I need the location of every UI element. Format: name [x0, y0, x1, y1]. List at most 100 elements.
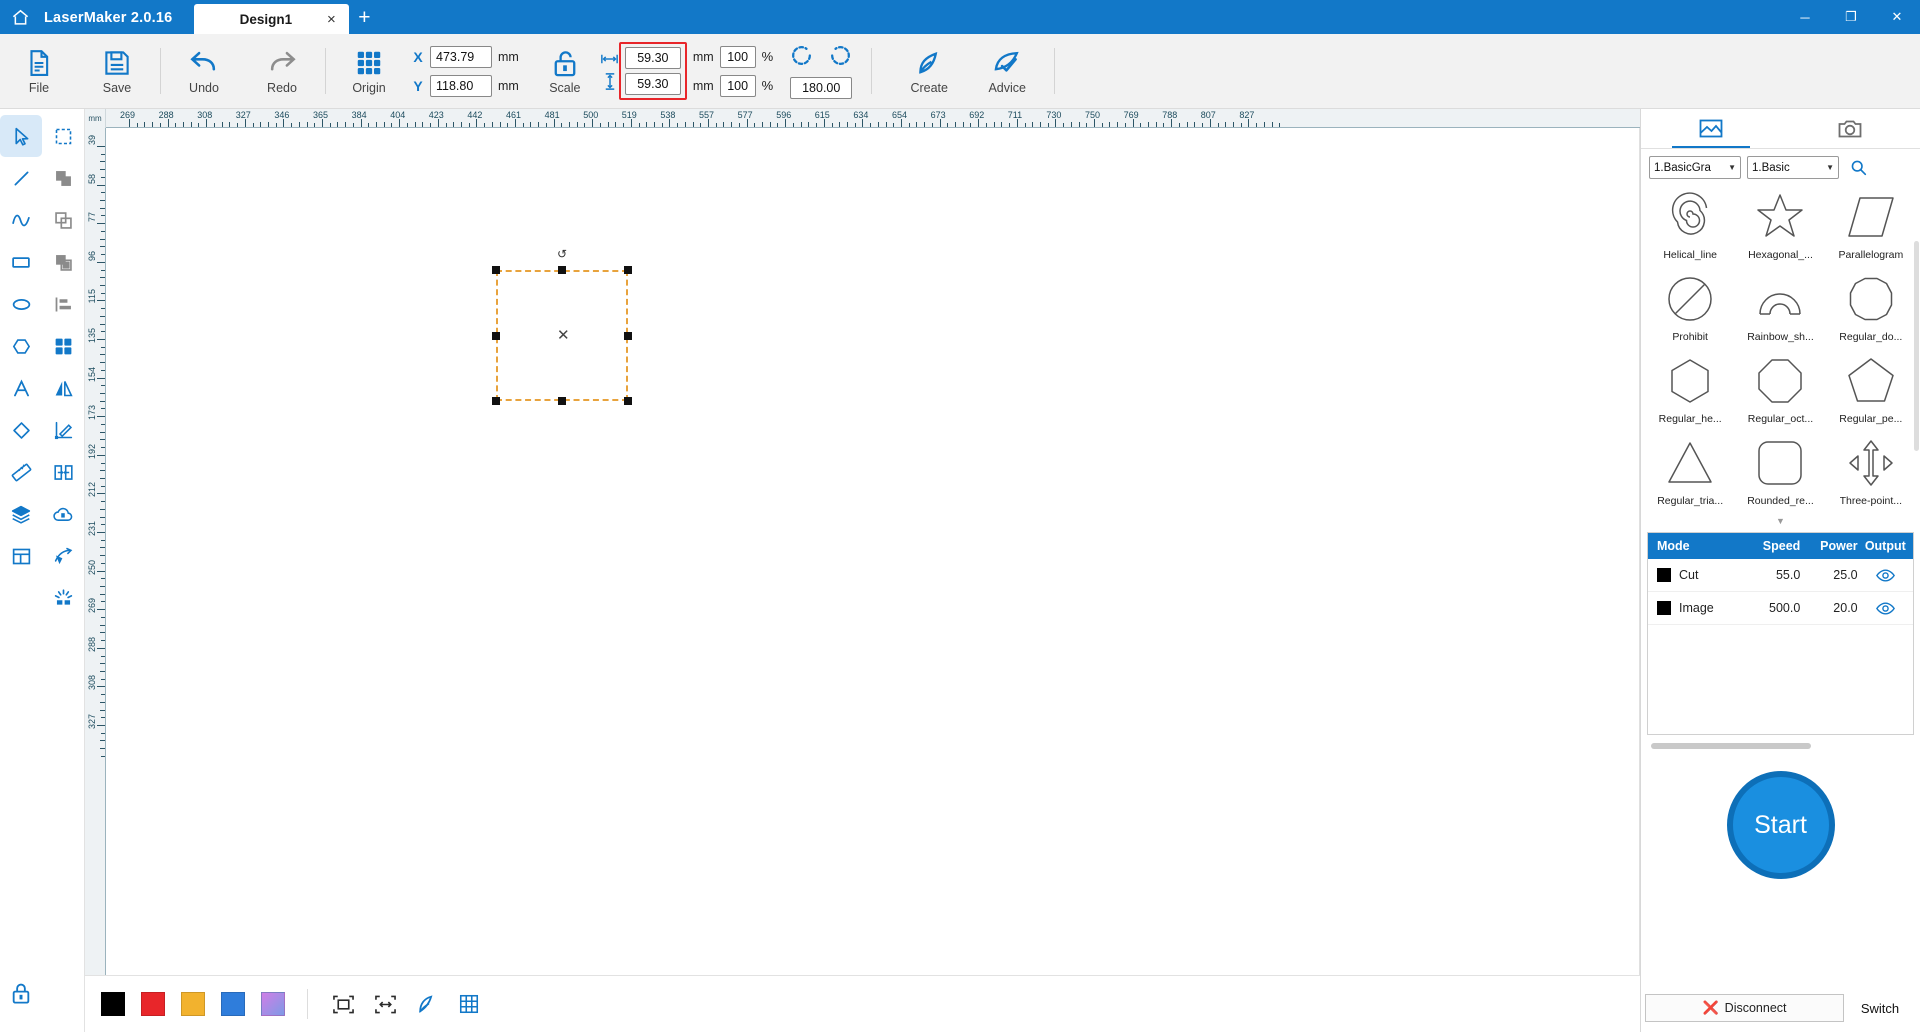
plus-icon[interactable]: +	[349, 4, 379, 34]
pen-preview-icon[interactable]	[406, 983, 448, 1025]
intersect-tool[interactable]	[42, 199, 84, 241]
lock-icon[interactable]	[0, 972, 42, 1014]
shape-library-item[interactable]: Prohibit	[1645, 270, 1735, 347]
shape-library-item[interactable]: Regular_he...	[1645, 352, 1735, 429]
fit-to-frame-icon[interactable]	[322, 983, 364, 1025]
selection-handle[interactable]	[492, 266, 500, 274]
union-tool[interactable]	[42, 157, 84, 199]
shape-library-item[interactable]: Regular_tria...	[1645, 434, 1735, 511]
home-icon[interactable]	[0, 0, 40, 34]
selection-handle[interactable]	[558, 266, 566, 274]
polygon-tool[interactable]	[0, 325, 42, 367]
shape-library-item[interactable]: Rainbow_sh...	[1735, 270, 1825, 347]
eraser-tool[interactable]	[0, 409, 42, 451]
vertical-ruler[interactable]: 39 58 77 96 115 135 154 173 192 212 231 250 269 288 30…	[85, 128, 106, 975]
maximize-icon[interactable]: ❐	[1828, 0, 1874, 34]
shape-scroll-down-icon[interactable]: ▼	[1641, 516, 1920, 526]
undo-button[interactable]: Undo	[165, 34, 243, 108]
table-row[interactable]: Image 500.0 20.0	[1648, 592, 1913, 625]
laser-preview-tool[interactable]	[42, 577, 84, 619]
layout-tool[interactable]	[0, 535, 42, 577]
selection-handle[interactable]	[492, 331, 500, 340]
height-input[interactable]: 59.30	[624, 73, 681, 95]
selection-handle[interactable]	[624, 331, 632, 340]
window-close-icon[interactable]: ✕	[1874, 0, 1920, 34]
fit-to-selection-icon[interactable]	[364, 983, 406, 1025]
selection-handle[interactable]	[624, 266, 632, 274]
minimize-icon[interactable]: ─	[1782, 0, 1828, 34]
color-swatch[interactable]	[141, 992, 165, 1016]
selection-handle[interactable]	[558, 397, 566, 405]
eye-icon[interactable]	[1858, 568, 1913, 583]
shape-library-item[interactable]: Regular_pe...	[1826, 352, 1916, 429]
text-tool[interactable]	[0, 367, 42, 409]
layer-speed-value[interactable]: 55.0	[1739, 568, 1800, 582]
marquee-select-tool[interactable]	[42, 115, 84, 157]
color-swatch[interactable]	[101, 992, 125, 1016]
mirror-tool[interactable]	[42, 367, 84, 409]
document-tab-design1[interactable]: Design1 ×	[194, 4, 350, 34]
file-button[interactable]: File	[0, 34, 78, 108]
grid-array-tool[interactable]	[42, 325, 84, 367]
shape-library-scrollbar[interactable]	[1914, 241, 1919, 451]
measure-tool[interactable]	[0, 451, 42, 493]
x-position-input[interactable]: 473.79	[430, 45, 492, 68]
search-icon[interactable]	[1845, 159, 1871, 176]
rectangle-tool[interactable]	[0, 241, 42, 283]
rotate-left-icon[interactable]	[789, 43, 814, 73]
subcategory-select[interactable]: 1.Basic ▼	[1747, 156, 1839, 179]
subtract-tool[interactable]	[42, 241, 84, 283]
grid-toggle-icon[interactable]	[448, 983, 490, 1025]
width-percent-input[interactable]: 100	[719, 45, 756, 68]
curve-tool[interactable]	[0, 199, 42, 241]
layer-power-value[interactable]: 25.0	[1800, 568, 1857, 582]
rotate-handle[interactable]: ↺	[556, 247, 568, 261]
offset-tool[interactable]	[42, 451, 84, 493]
color-swatch[interactable]	[221, 992, 245, 1016]
layer-table-horizontal-scrollbar[interactable]	[1651, 743, 1811, 749]
shape-library-item[interactable]: Regular_do...	[1826, 270, 1916, 347]
eye-icon[interactable]	[1858, 601, 1913, 616]
select-tool[interactable]	[0, 115, 42, 157]
layer-color-chip[interactable]	[1657, 568, 1671, 582]
scale-lock-button[interactable]: Scale	[533, 34, 597, 108]
line-tool[interactable]	[0, 157, 42, 199]
tab-shape-library[interactable]	[1641, 109, 1781, 148]
rotation-angle-input[interactable]: 180.00	[790, 77, 853, 99]
cloud-tool[interactable]	[42, 493, 84, 535]
horizontal-ruler[interactable]: 269 288 308 327 346 365 384 404 423 442 461 481 500 5…	[106, 109, 1640, 128]
shape-library-item[interactable]: Hexagonal_...	[1735, 188, 1825, 265]
shape-library-item[interactable]: Helical_line	[1645, 188, 1735, 265]
layer-color-chip[interactable]	[1657, 601, 1671, 615]
selection-handle[interactable]	[624, 397, 632, 405]
color-swatch[interactable]	[181, 992, 205, 1016]
ellipse-tool[interactable]	[0, 283, 42, 325]
close-icon[interactable]: ×	[323, 11, 339, 27]
create-button[interactable]: Create	[890, 34, 968, 108]
height-percent-input[interactable]: 100	[719, 74, 756, 97]
layer-speed-value[interactable]: 500.0	[1739, 601, 1800, 615]
shape-library-grid[interactable]: Helical_line Hexagonal_... Parallelogram Pr…	[1641, 186, 1920, 516]
rotate-right-icon[interactable]	[828, 43, 853, 73]
node-edit-tool[interactable]	[42, 409, 84, 451]
design-canvas[interactable]: ↺ ✕	[106, 128, 1640, 975]
category-select[interactable]: 1.BasicGra ▼	[1649, 156, 1741, 179]
switch-button[interactable]: Switch	[1844, 994, 1916, 1022]
tab-camera[interactable]	[1781, 109, 1920, 148]
shape-library-item[interactable]: Three-point...	[1826, 434, 1916, 511]
color-swatch[interactable]	[261, 992, 285, 1016]
align-tool[interactable]	[42, 283, 84, 325]
width-input[interactable]: 59.30	[624, 47, 681, 69]
start-button[interactable]: Start	[1726, 771, 1835, 879]
path-tool[interactable]	[42, 535, 84, 577]
selection-handle[interactable]	[492, 397, 500, 405]
layers-tool[interactable]	[0, 493, 42, 535]
shape-library-item[interactable]: Parallelogram	[1826, 188, 1916, 265]
redo-button[interactable]: Redo	[243, 34, 321, 108]
save-button[interactable]: Save	[78, 34, 156, 108]
advice-button[interactable]: Advice	[968, 34, 1046, 108]
origin-button[interactable]: Origin	[330, 34, 408, 108]
shape-library-item[interactable]: Regular_oct...	[1735, 352, 1825, 429]
layer-power-value[interactable]: 20.0	[1800, 601, 1857, 615]
table-row[interactable]: Cut 55.0 25.0	[1648, 559, 1913, 592]
